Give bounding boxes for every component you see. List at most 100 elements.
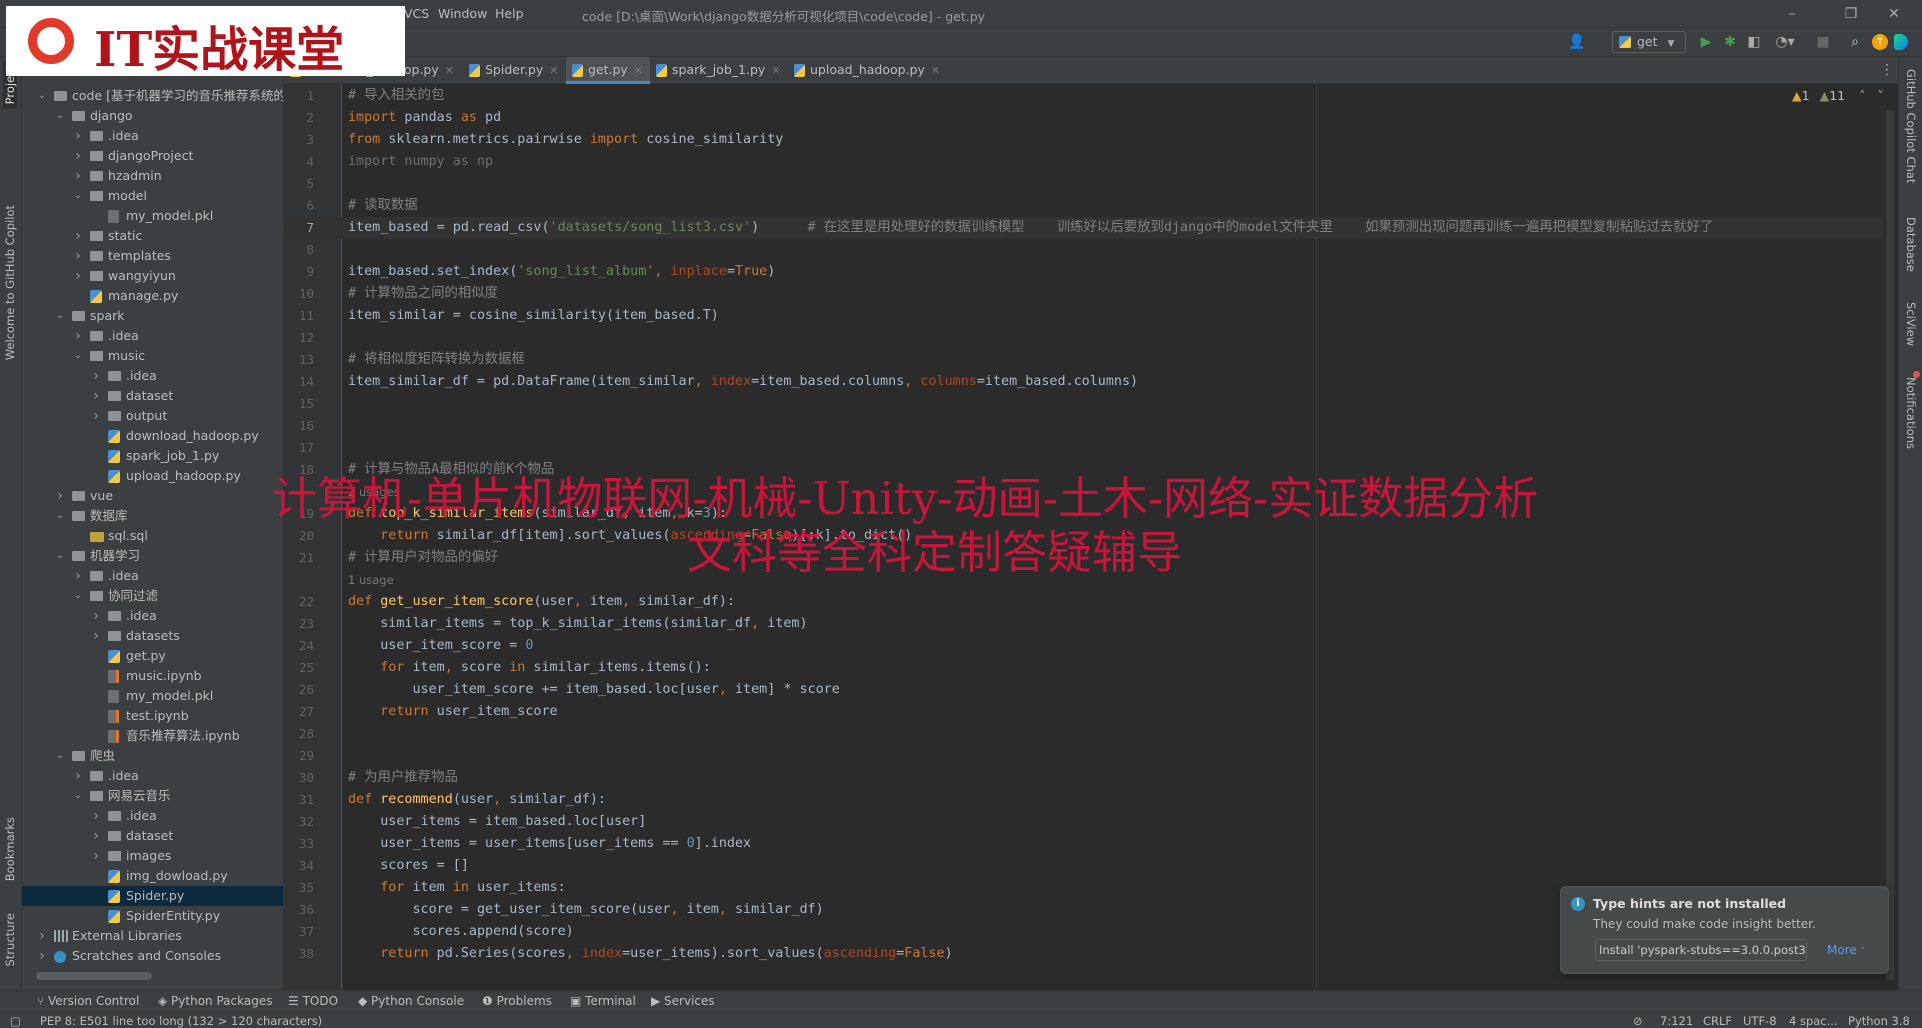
chevron-right-icon[interactable]: › [90,606,102,626]
tree-item[interactable]: ⌄ code [基于机器学习的音乐推荐系统的设 [22,86,283,106]
debug-icon[interactable]: ✱ [1721,32,1739,52]
inspection-widget[interactable]: ▲1 ▲11 ˄ ˅ [1792,88,1884,103]
code-line[interactable]: 29 [284,745,1884,767]
line-separator[interactable]: CRLF [1703,1014,1732,1028]
notifications-tool-button[interactable]: Notifications [1904,377,1918,449]
python-console-tool[interactable]: ◆ Python Console [358,994,464,1008]
problems-tool[interactable]: ❶ Problems [482,994,552,1008]
database-tool-button[interactable]: Database [1904,217,1918,272]
tree-item[interactable]: my_model.pkl [22,206,283,226]
chevron-right-icon[interactable]: › [36,926,48,946]
tree-item[interactable]: › djangoProject [22,146,283,166]
version-control-tool[interactable]: ⑂ Version Control [37,994,139,1008]
chevron-down-icon[interactable]: ⌄ [54,306,66,326]
terminal-tool[interactable]: ▣ Terminal [570,994,636,1008]
code-line[interactable]: 34 scores = [] [284,855,1884,877]
run-config-dropdown[interactable]: get ▼ [1612,31,1686,53]
chevron-down-icon[interactable]: ⌄ [54,506,66,526]
tree-item[interactable]: 音乐推荐算法.ipynb [22,726,283,746]
jetbrains-icon[interactable] [1894,34,1908,50]
user-icon[interactable]: 👤 [1566,32,1588,52]
chevron-down-icon[interactable]: ⌄ [54,546,66,566]
status-message[interactable]: PEP 8: E501 line too long (132 > 120 cha… [40,1014,322,1028]
code-line[interactable]: 5 [284,173,1884,195]
close-tab-icon[interactable]: ✕ [634,64,643,77]
chevron-right-icon[interactable]: › [72,266,84,286]
tree-item[interactable]: › hzadmin [22,166,283,186]
python-packages-tool[interactable]: ◈ Python Packages [158,994,272,1008]
tree-item[interactable]: › images [22,846,283,866]
close-tab-icon[interactable]: ✕ [931,64,940,77]
chevron-right-icon[interactable]: › [72,126,84,146]
code-line[interactable]: 1 # 导入相关的包 [284,85,1884,107]
copilot-welcome-tool-button[interactable]: Welcome to GitHub Copilot [3,205,17,360]
file-encoding[interactable]: UTF-8 [1743,1014,1777,1028]
tree-item[interactable]: my_model.pkl [22,686,283,706]
tab-spark-job-1[interactable]: spark_job_1.py ✕ [650,57,788,84]
chevron-right-icon[interactable]: › [90,626,102,646]
chevron-right-icon[interactable]: › [90,366,102,386]
tree-item[interactable]: ⌄ spark [22,306,283,326]
chevron-down-icon[interactable]: ⌄ [36,86,48,106]
tree-item[interactable]: › datasets [22,626,283,646]
tree-item[interactable]: ⌄ 机器学习 [22,546,283,566]
tree-item[interactable]: music.ipynb [22,666,283,686]
prev-highlight-icon[interactable]: ˄ [1859,88,1865,103]
code-line[interactable]: 8 [284,239,1884,261]
chevron-right-icon[interactable]: › [90,826,102,846]
profile-icon[interactable]: ◔▾ [1772,32,1798,52]
code-line[interactable]: 22 def get_user_item_score(user, item, si… [284,591,1884,613]
code-line[interactable]: 25 for item, score in similar_items.item… [284,657,1884,679]
code-line[interactable]: 27 return user_item_score [284,701,1884,723]
chevron-down-icon[interactable]: ⌄ [54,746,66,766]
close-window-button[interactable]: ✕ [1874,3,1914,25]
tree-item[interactable]: › wangyiyun [22,266,283,286]
code-line[interactable]: 3 from sklearn.metrics.pairwise import co… [284,129,1884,151]
sciview-tool-button[interactable]: SciView [1904,302,1918,346]
copilot-status-icon[interactable]: ⊘ [1633,1014,1643,1028]
tree-item[interactable]: img_dowload.py [22,866,283,886]
tab-options-icon[interactable]: ⋮ [1880,62,1894,78]
code-line[interactable]: 4 import numpy as np [284,151,1884,173]
chevron-down-icon[interactable]: ⌄ [72,586,84,606]
close-tab-icon[interactable]: ✕ [549,64,558,77]
code-line[interactable]: 28 [284,723,1884,745]
tree-horizontal-scrollbar[interactable] [36,972,152,980]
chevron-right-icon[interactable]: › [90,846,102,866]
bookmarks-tool-button[interactable]: Bookmarks [3,817,17,881]
chevron-right-icon[interactable]: › [72,766,84,786]
tree-item[interactable]: › Scratches and Consoles [22,946,283,966]
code-line[interactable]: 15 [284,393,1884,415]
code-line[interactable]: 17 [284,437,1884,459]
chevron-right-icon[interactable]: › [72,326,84,346]
tree-item[interactable]: › .idea [22,766,283,786]
run-icon[interactable]: ▶ [1698,32,1714,52]
tree-item[interactable]: › templates [22,246,283,266]
tree-item[interactable]: sql.sql [22,526,283,546]
tree-item[interactable]: spark_job_1.py [22,446,283,466]
install-stubs-button[interactable]: Install 'pyspark-stubs==3.0.0.post3' [1595,939,1807,961]
code-line[interactable]: 7 item_based = pd.read_csv('datasets/song… [284,217,1884,239]
tree-item[interactable]: upload_hadoop.py [22,466,283,486]
coverage-icon[interactable]: ◧ [1745,32,1763,52]
tab-get[interactable]: get.py ✕ [566,57,650,84]
tree-item[interactable]: ⌄ music [22,346,283,366]
tab-upload-hadoop[interactable]: upload_hadoop.py ✕ [788,57,968,84]
chevron-right-icon[interactable]: › [72,146,84,166]
tree-item[interactable]: SpiderEntity.py [22,906,283,926]
menu-vcs[interactable]: VCS [404,6,429,21]
python-interpreter[interactable]: Python 3.8 [1848,1014,1910,1028]
tree-item[interactable]: ⌄ 协同过滤 [22,586,283,606]
code-line[interactable]: 9 item_based.set_index('song_list_album',… [284,261,1884,283]
code-line[interactable]: 12 [284,327,1884,349]
tree-item[interactable]: download_hadoop.py [22,426,283,446]
code-line[interactable]: 11 item_similar = cosine_similarity(item_… [284,305,1884,327]
update-icon[interactable]: ↑ [1872,34,1888,50]
code-line[interactable]: 24 user_item_score = 0 [284,635,1884,657]
tree-item[interactable]: test.ipynb [22,706,283,726]
indent-setting[interactable]: 4 spac... [1789,1014,1838,1028]
tree-item[interactable]: › dataset [22,386,283,406]
code-line[interactable]: 6 # 读取数据 [284,195,1884,217]
services-tool[interactable]: ▶ Services [651,994,715,1008]
tree-item[interactable]: ⌄ 网易云音乐 [22,786,283,806]
